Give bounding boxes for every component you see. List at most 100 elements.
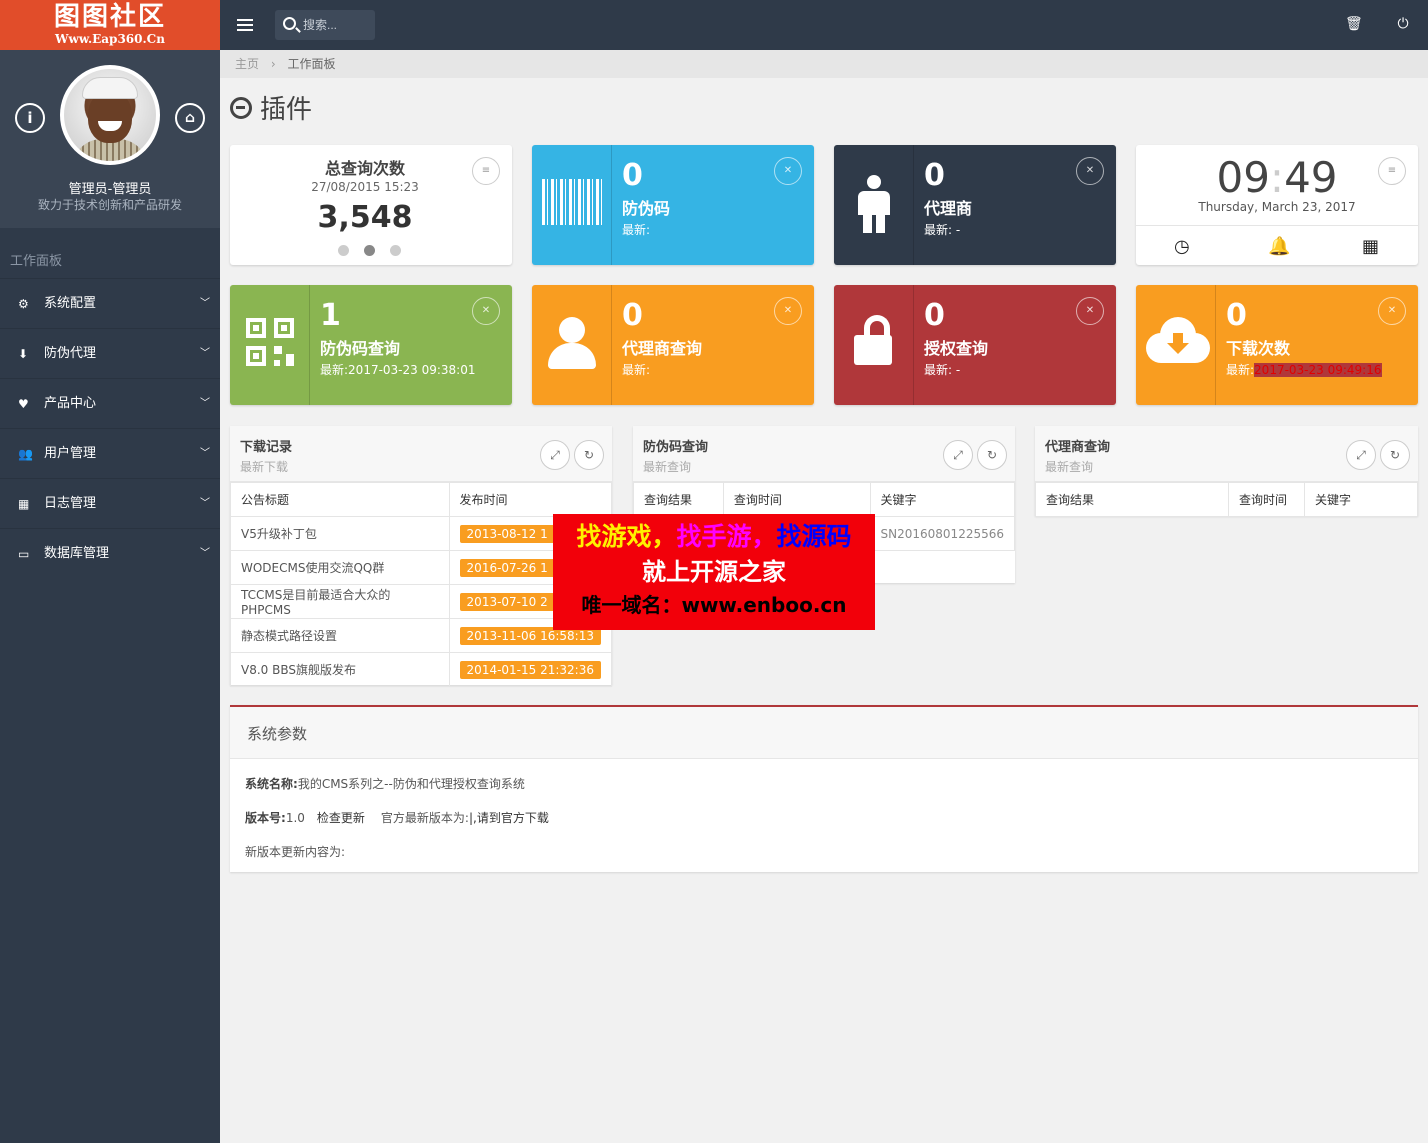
clock-minutes: 49 <box>1284 153 1338 202</box>
sidebar-item-database[interactable]: ▭ 数据库管理 ﹀ <box>0 528 220 578</box>
anti-fake-query-card: 1 防伪码查询 最新:2017-03-23 09:38:01 ✕ <box>230 285 512 405</box>
official-download-link[interactable]: |,请到官方下载 <box>469 811 549 825</box>
nav-title: 工作面板 <box>10 254 63 269</box>
row-date: 2013-07-10 2 <box>459 592 555 611</box>
column-header: 公告标题 <box>230 482 450 517</box>
breadcrumb-current: 工作面板 <box>287 57 336 71</box>
carousel-dots[interactable] <box>338 245 401 259</box>
chevron-down-icon: ﹀ <box>200 298 210 309</box>
column-header: 关键字 <box>1304 482 1418 517</box>
downloads-card: 0 下载次数 最新:2017-03-23 09:49:16 ✕ <box>1136 285 1418 405</box>
topbar: 🗑 ⏻ <box>220 0 1428 50</box>
chevron-down-icon: ﹀ <box>200 398 210 409</box>
sidebar-item-system-config[interactable]: ⚙ 系统配置 ﹀ <box>0 278 220 328</box>
agent-query-table: 查询结果 查询时间 关键字 <box>1035 482 1418 517</box>
arrow-circle-left-icon[interactable] <box>230 96 252 119</box>
close-icon[interactable]: ✕ <box>1076 157 1104 185</box>
version-label: 版本号: <box>245 811 286 825</box>
check-update-link[interactable]: 检查更新 <box>317 811 365 825</box>
unlock-icon <box>834 285 914 405</box>
search-box[interactable] <box>275 10 375 40</box>
home-icon[interactable]: ⌂ <box>175 103 205 133</box>
breadcrumb-separator: › <box>270 57 276 71</box>
expand-icon[interactable]: ⤢ <box>540 440 570 470</box>
table-row[interactable]: V8.0 BBS旗舰版发布 2014-01-15 21:32:36 <box>230 652 613 687</box>
ad-line-2: 就上开源之家 <box>642 558 786 586</box>
close-icon[interactable]: ✕ <box>472 297 500 325</box>
heart-icon: ♥ <box>18 397 29 411</box>
card-number: 0 <box>924 298 945 333</box>
clock-separator: : <box>1269 153 1285 202</box>
close-icon[interactable]: ✕ <box>1378 297 1406 325</box>
row-title[interactable]: TCCMS是目前最适合大众的PHPCMS <box>230 584 450 619</box>
sidebar-item-logs[interactable]: ▦ 日志管理 ﹀ <box>0 478 220 528</box>
card-latest: 最新: - <box>924 363 961 377</box>
trash-icon[interactable]: 🗑 <box>1345 16 1363 32</box>
menu-toggle-icon[interactable] <box>237 16 253 32</box>
logo[interactable]: 图图社区 Www.Eap360.Cn <box>0 0 220 50</box>
clock-icon[interactable]: ◷ <box>1174 236 1190 257</box>
row-title[interactable]: V5升级补丁包 <box>230 516 450 551</box>
profile-desc: 致力于技术创新和产品研发 <box>37 198 182 212</box>
card-number: 0 <box>622 158 643 193</box>
chevron-down-icon: ﹀ <box>200 448 210 459</box>
column-header: 发布时间 <box>448 482 613 517</box>
male-icon <box>834 145 914 265</box>
user-icon <box>532 285 612 405</box>
ad-text-games: 找游戏， <box>576 522 677 551</box>
sidebar-item-label: 产品中心 <box>44 396 97 411</box>
page-title: 插件 <box>230 92 312 128</box>
sidebar-item-users[interactable]: 👥 用户管理 ﹀ <box>0 428 220 478</box>
breadcrumb-home[interactable]: 主页 <box>235 57 259 71</box>
close-icon[interactable]: ✕ <box>774 297 802 325</box>
total-queries-card: 总查询次数 27/08/2015 15:23 3,548 ≡ <box>230 145 512 265</box>
close-icon[interactable]: ✕ <box>774 157 802 185</box>
sidebar-item-label: 系统配置 <box>44 296 97 311</box>
clock-widget: 09:49 Thursday, March 23, 2017 ◷ 🔔 ▦ ≡ <box>1136 145 1418 265</box>
chevron-down-icon: ﹀ <box>200 548 210 559</box>
refresh-icon[interactable]: ↻ <box>1380 440 1410 470</box>
refresh-icon[interactable]: ↻ <box>977 440 1007 470</box>
collapse-button[interactable]: ≡ <box>472 157 500 185</box>
card-label: 授权查询 <box>924 339 989 358</box>
close-icon[interactable]: ✕ <box>1076 297 1104 325</box>
breadcrumb: 主页 › 工作面板 <box>220 50 1428 78</box>
card-label: 防伪码 <box>622 199 671 218</box>
card-number: 0 <box>1226 298 1247 333</box>
clock-hours: 09 <box>1216 153 1270 202</box>
barcode-icon <box>532 145 612 265</box>
expand-icon[interactable]: ⤢ <box>943 440 973 470</box>
avatar[interactable] <box>60 65 160 165</box>
advertisement-banner[interactable]: 找游戏，找手游，找源码 就上开源之家 唯一域名：www.enboo.cn <box>553 514 875 630</box>
card-number: 0 <box>924 158 945 193</box>
collapse-button[interactable]: ≡ <box>1378 157 1406 185</box>
row-title[interactable]: V8.0 BBS旗舰版发布 <box>230 652 450 687</box>
total-date: 27/08/2015 15:23 <box>311 180 419 194</box>
system-name-row: 系统名称:我的CMS系列之--防伪和代理授权查询系统 <box>245 775 525 792</box>
page-title-text: 插件 <box>260 95 313 125</box>
latest-version-label: 官方最新版本为: <box>380 811 469 825</box>
cell-keyword: SN20160801225566 <box>869 516 1016 551</box>
sidebar-item-label: 用户管理 <box>44 446 97 461</box>
gears-icon: ⚙ <box>18 297 29 311</box>
sidebar: 图图社区 Www.Eap360.Cn i ⌂ 管理员-管理员 致力于技术创新和产… <box>0 0 220 1143</box>
agent-card: 0 代理商 最新: - ✕ <box>834 145 1116 265</box>
info-icon[interactable]: i <box>15 103 45 133</box>
auth-query-card: 0 授权查询 最新: - ✕ <box>834 285 1116 405</box>
power-icon[interactable]: ⏻ <box>1395 16 1411 32</box>
calendar-icon[interactable]: ▦ <box>1362 236 1379 257</box>
sidebar-item-products[interactable]: ♥ 产品中心 ﹀ <box>0 378 220 428</box>
row-date: 2014-01-15 21:32:36 <box>459 660 601 679</box>
version-row: 版本号:1.0 检查更新 官方最新版本为:|,请到官方下载 <box>245 809 549 826</box>
chevron-down-icon: ﹀ <box>200 348 210 359</box>
card-label: 代理商查询 <box>622 339 703 358</box>
refresh-icon[interactable]: ↻ <box>574 440 604 470</box>
row-date: 2013-08-12 1 <box>459 524 555 543</box>
row-title[interactable]: 静态模式路径设置 <box>230 618 450 653</box>
row-title[interactable]: WODECMS使用交流QQ群 <box>230 550 450 585</box>
expand-icon[interactable]: ⤢ <box>1346 440 1376 470</box>
search-input[interactable] <box>303 16 371 34</box>
sidebar-item-label: 防伪代理 <box>44 346 97 361</box>
sidebar-item-anti-fake-agent[interactable]: ⬇ 防伪代理 ﹀ <box>0 328 220 378</box>
bell-icon[interactable]: 🔔 <box>1268 236 1290 257</box>
